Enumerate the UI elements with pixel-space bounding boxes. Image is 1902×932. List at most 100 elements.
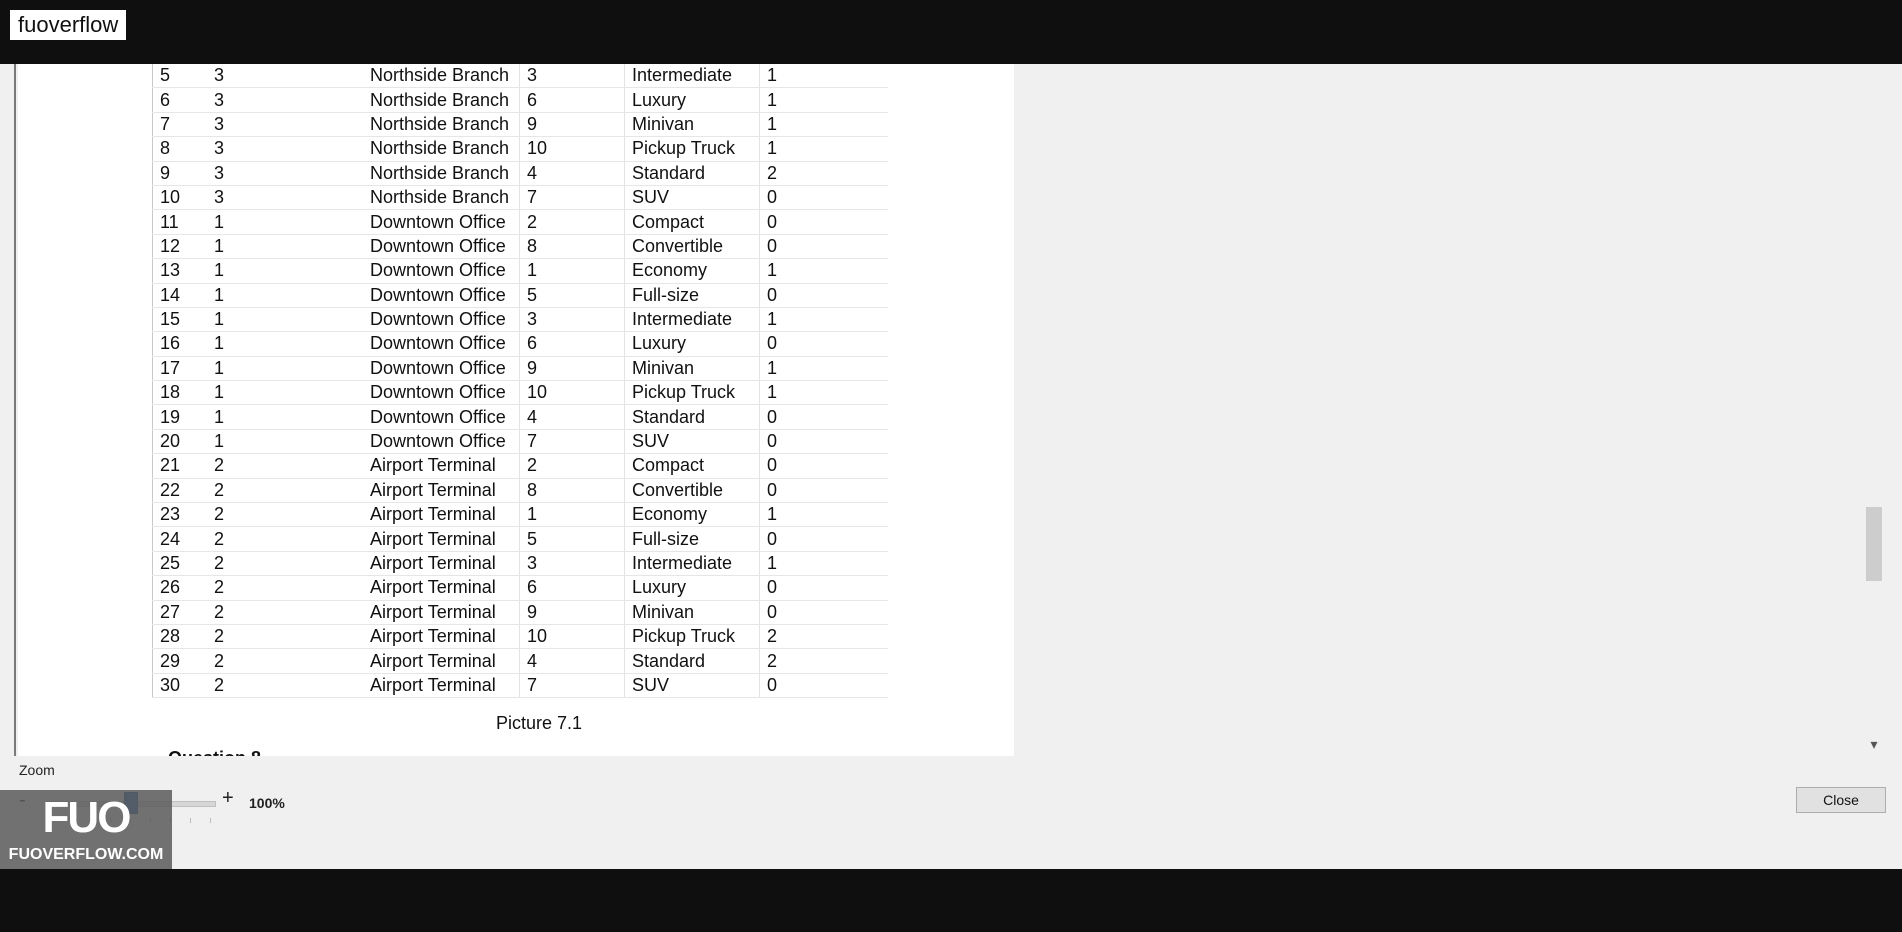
table-row: 25 2 Airport Terminal 3 Intermediate 1 xyxy=(152,551,888,577)
table-cell: 7 xyxy=(519,429,625,455)
table-cell: 6 xyxy=(519,331,625,357)
table-cell: 6 xyxy=(519,87,625,113)
table-row: 16 1 Downtown Office 6 Luxury 0 xyxy=(152,331,888,357)
table-cell: 7 xyxy=(152,112,207,138)
table-cell: Standard xyxy=(624,161,760,186)
table-cell: SUV xyxy=(624,673,760,699)
table-cell: 4 xyxy=(519,648,625,674)
table-cell: Downtown Office xyxy=(363,234,520,260)
table-cell: Pickup Truck xyxy=(624,136,760,162)
table-cell: Downtown Office xyxy=(363,429,520,455)
table-cell: 1 xyxy=(759,551,888,577)
table-cell: 3 xyxy=(519,551,625,577)
table-cell: 5 xyxy=(152,64,207,89)
table-body: 5 3 Northside Branch 3 Intermediate 1 6 3 Norths… xyxy=(152,64,888,699)
table-cell: Northside Branch xyxy=(363,136,520,162)
table-cell: 28 xyxy=(152,624,207,650)
table-row: 5 3 Northside Branch 3 Intermediate 1 xyxy=(152,64,888,89)
table-cell: 9 xyxy=(519,112,625,138)
table-cell: 2 xyxy=(207,502,363,528)
table-cell: 9 xyxy=(519,600,625,625)
table-cell: 2 xyxy=(519,209,625,235)
table-cell: 10 xyxy=(519,136,625,162)
table-cell: 7 xyxy=(519,185,625,211)
scroll-down-icon[interactable]: ▾ xyxy=(1864,734,1884,754)
table-cell: 1 xyxy=(759,87,888,113)
scroll-thumb[interactable] xyxy=(1866,507,1882,581)
table-cell: 1 xyxy=(207,331,363,357)
close-button[interactable]: Close xyxy=(1796,787,1886,813)
table-cell: 0 xyxy=(759,404,888,430)
table-row: 10 3 Northside Branch 7 SUV 0 xyxy=(152,185,888,211)
table-cell: 5 xyxy=(519,283,625,308)
table-cell: 5 xyxy=(519,526,625,552)
table-cell: 3 xyxy=(207,161,363,186)
table-cell: Minivan xyxy=(624,356,760,382)
table-cell: 1 xyxy=(207,258,363,284)
table-cell: Convertible xyxy=(624,234,760,260)
table-cell: Northside Branch xyxy=(363,87,520,113)
table-cell: 23 xyxy=(152,502,207,528)
table-cell: Downtown Office xyxy=(363,404,520,430)
table-cell: Standard xyxy=(624,404,760,430)
table-cell: 10 xyxy=(519,624,625,650)
table-cell: 30 xyxy=(152,673,207,699)
table-cell: 2 xyxy=(207,478,363,504)
table-cell: Compact xyxy=(624,453,760,479)
table-cell: 4 xyxy=(519,161,625,186)
table-cell: 1 xyxy=(759,356,888,382)
table-cell: 2 xyxy=(207,624,363,650)
table-cell: 2 xyxy=(207,526,363,552)
table-cell: 2 xyxy=(207,673,363,699)
vertical-scrollbar[interactable]: ▾ xyxy=(1864,64,1884,756)
zoom-plus-button[interactable]: + xyxy=(222,788,234,808)
table-cell: Minivan xyxy=(624,112,760,138)
table-cell: 10 xyxy=(152,185,207,211)
watermark-logo: FUO FUOVERFLOW.COM xyxy=(0,790,172,869)
table-row: 13 1 Downtown Office 1 Economy 1 xyxy=(152,258,888,284)
table-cell: 1 xyxy=(207,283,363,308)
table-cell: 1 xyxy=(207,307,363,333)
table-cell: Full-size xyxy=(624,283,760,308)
table-cell: 0 xyxy=(759,575,888,601)
table-cell: 3 xyxy=(207,112,363,138)
table-cell: Pickup Truck xyxy=(624,624,760,650)
table-cell: Airport Terminal xyxy=(363,575,520,601)
table-cell: 9 xyxy=(152,161,207,186)
table-cell: Airport Terminal xyxy=(363,648,520,674)
table-cell: 1 xyxy=(519,258,625,284)
table-cell: Economy xyxy=(624,258,760,284)
zoom-label: Zoom xyxy=(19,762,55,778)
table-row: 11 1 Downtown Office 2 Compact 0 xyxy=(152,209,888,235)
table-cell: 3 xyxy=(207,136,363,162)
table-cell: Pickup Truck xyxy=(624,380,760,406)
table-cell: 27 xyxy=(152,600,207,625)
table-cell: Downtown Office xyxy=(363,258,520,284)
table-cell: 2 xyxy=(759,624,888,650)
table-cell: 1 xyxy=(207,356,363,382)
table-cell: 0 xyxy=(759,478,888,504)
table-cell: 4 xyxy=(519,404,625,430)
table-cell: 1 xyxy=(519,502,625,528)
table-cell: 3 xyxy=(519,64,625,89)
table-cell: 13 xyxy=(152,258,207,284)
table-row: 18 1 Downtown Office 10 Pickup Truck 1 xyxy=(152,380,888,406)
table-cell: 8 xyxy=(152,136,207,162)
table-cell: 2 xyxy=(207,648,363,674)
table-cell: 17 xyxy=(152,356,207,382)
table-row: 26 2 Airport Terminal 6 Luxury 0 xyxy=(152,575,888,601)
table-cell: 1 xyxy=(207,209,363,235)
table-row: 7 3 Northside Branch 9 Minivan 1 xyxy=(152,112,888,138)
table-cell: 0 xyxy=(759,673,888,699)
table-cell: 3 xyxy=(207,185,363,211)
table-row: 15 1 Downtown Office 3 Intermediate 1 xyxy=(152,307,888,333)
table-row: 19 1 Downtown Office 4 Standard 0 xyxy=(152,404,888,430)
table-cell: 24 xyxy=(152,526,207,552)
table-row: 23 2 Airport Terminal 1 Economy 1 xyxy=(152,502,888,528)
table-cell: Northside Branch xyxy=(363,64,520,89)
table-cell: Airport Terminal xyxy=(363,478,520,504)
table-cell: Compact xyxy=(624,209,760,235)
zoom-value: 100% xyxy=(249,795,285,811)
table-cell: Airport Terminal xyxy=(363,502,520,528)
table-row: 22 2 Airport Terminal 8 Convertible 0 xyxy=(152,478,888,504)
